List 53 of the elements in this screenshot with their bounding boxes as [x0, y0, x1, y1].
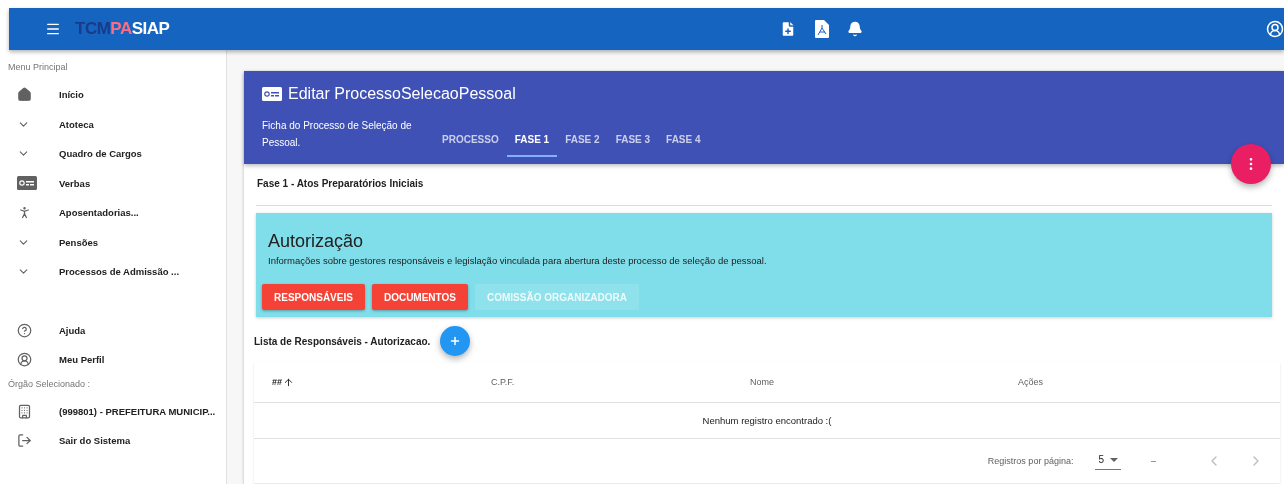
account-button[interactable]	[1266, 20, 1284, 38]
sidebar-item[interactable]: Atoteca	[9, 109, 226, 139]
tab[interactable]: FASE 2	[557, 134, 608, 157]
plus-icon	[449, 335, 462, 347]
tab[interactable]: FASE 1	[506, 134, 558, 157]
sidebar-item[interactable]: Aposentadorias...	[9, 198, 226, 228]
sidebar-item[interactable]: Sair do Sistema	[9, 426, 226, 456]
logout-icon	[17, 433, 32, 449]
sort-arrow-icon	[283, 376, 294, 388]
sidebar-item[interactable]: Quadro de Cargos	[9, 139, 226, 169]
column-header[interactable]: C.P.F.	[491, 377, 750, 387]
panel-title: Autorização	[267, 231, 365, 252]
sidebar-item[interactable]: Meu Perfil	[9, 345, 226, 375]
money-icon	[262, 87, 282, 101]
account-icon	[17, 352, 32, 368]
bell-icon	[847, 21, 864, 37]
sidebar-item[interactable]: Pensões	[9, 227, 226, 257]
sidebar-item[interactable]: (999801) - PREFEITURA MUNICIP...	[9, 396, 226, 426]
tab[interactable]: PROCESSO	[434, 134, 507, 157]
sidebar-item[interactable]: Verbas	[9, 168, 226, 198]
empty-message: Nenhum registro encontrado :(	[702, 415, 832, 426]
list-title: Lista de Responsáveis - Autorizacao.	[254, 335, 431, 347]
more-button[interactable]	[1231, 144, 1271, 184]
card-subtitle: Ficha do Processo de Seleção de Pessoal.	[262, 119, 413, 150]
tab[interactable]: FASE 3	[607, 134, 659, 157]
file-pdf-button[interactable]	[815, 20, 830, 38]
column-header[interactable]: Ações	[1018, 377, 1280, 387]
panel-button[interactable]: RESPONSÁVEIS	[262, 284, 365, 310]
home-icon	[17, 87, 32, 103]
column-header[interactable]: ##	[272, 376, 491, 388]
sidebar-item[interactable]: Início	[9, 80, 226, 110]
pdf-file-icon	[815, 20, 830, 38]
dropdown-arrow-icon	[1110, 457, 1118, 462]
menu-button[interactable]	[45, 21, 61, 37]
add-button[interactable]	[440, 326, 471, 356]
help-icon	[17, 322, 32, 338]
walking-person-icon	[17, 205, 32, 221]
sidebar-item[interactable]: Ajuda	[9, 315, 226, 345]
tab[interactable]: FASE 4	[658, 134, 709, 157]
section-title: Fase 1 - Atos Preparatórios Iniciais	[256, 164, 1272, 206]
sidebar-heading: Menu Principal	[8, 61, 69, 74]
sidebar-heading: Órgão Selecionado :	[8, 377, 92, 391]
card-title: Editar ProcessoSelecaoPessoal	[288, 85, 516, 103]
building-icon	[17, 403, 32, 419]
panel-button[interactable]: DOCUMENTOS	[371, 284, 468, 310]
rows-per-page-label: Registros por página:	[987, 456, 1074, 466]
rows-per-page-select[interactable]: 5	[1095, 452, 1121, 470]
bell-button[interactable]	[847, 21, 864, 37]
sidebar-item[interactable]: Processos de Admissão ...	[9, 257, 226, 287]
page-range: –	[1151, 456, 1156, 466]
column-header[interactable]: Nome	[750, 377, 1018, 387]
panel-description: Informações sobre gestores responsáveis e legislação vinculada para abertura deste processo de seleção de pessoal.	[267, 254, 768, 266]
money-icon	[17, 176, 37, 191]
